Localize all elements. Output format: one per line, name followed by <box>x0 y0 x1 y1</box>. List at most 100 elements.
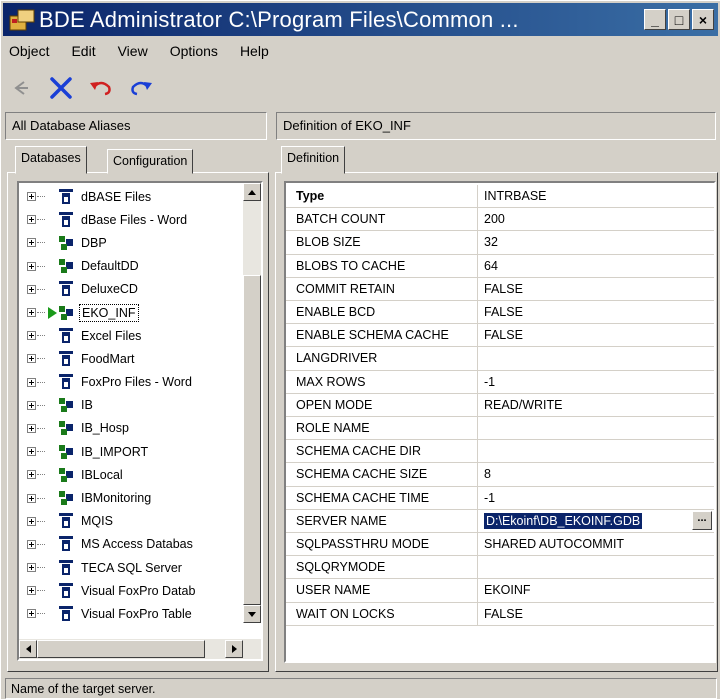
property-value[interactable]: INTRBASE <box>478 185 714 207</box>
expand-icon[interactable] <box>27 284 36 294</box>
property-row[interactable]: ENABLE BCD FALSE <box>286 301 714 325</box>
expand-icon[interactable] <box>27 586 36 596</box>
property-row[interactable]: LANGDRIVER <box>286 347 714 371</box>
property-value[interactable] <box>478 347 714 369</box>
tree-item[interactable]: DBP <box>19 231 241 254</box>
scroll-right-button[interactable] <box>225 640 243 658</box>
expand-icon[interactable] <box>27 447 36 457</box>
tree-item[interactable]: IB <box>19 394 241 417</box>
property-value[interactable]: 32 <box>478 231 714 253</box>
menu-options[interactable]: Options <box>170 43 218 65</box>
tab-configuration[interactable]: Configuration <box>107 149 194 174</box>
property-row[interactable]: Type INTRBASE <box>286 185 714 209</box>
selected-value-text[interactable]: D:\Ekoinf\DB_EKOINF.GDB <box>484 512 643 529</box>
property-value[interactable]: 8 <box>478 463 714 485</box>
close-button[interactable]: × <box>692 9 714 30</box>
property-value[interactable] <box>478 556 714 578</box>
property-value[interactable]: -1 <box>478 371 714 393</box>
property-row[interactable]: SQLQRYMODE <box>286 556 714 580</box>
property-value[interactable] <box>478 440 714 462</box>
property-row[interactable]: WAIT ON LOCKS FALSE <box>286 602 714 626</box>
tree-vertical-scrollbar[interactable] <box>243 183 261 623</box>
expand-icon[interactable] <box>27 470 36 480</box>
expand-icon[interactable] <box>27 192 36 202</box>
menu-help[interactable]: Help <box>240 43 269 65</box>
property-row[interactable]: SERVER NAME D:\Ekoinf\DB_EKOINF.GDB... <box>286 509 714 533</box>
expand-icon[interactable] <box>27 308 36 318</box>
menu-view[interactable]: View <box>118 43 148 65</box>
property-row[interactable]: ENABLE SCHEMA CACHE FALSE <box>286 324 714 348</box>
horizontal-scroll-thumb[interactable] <box>37 640 205 658</box>
tree-item[interactable]: Visual FoxPro Table <box>19 602 241 625</box>
vertical-scroll-thumb[interactable] <box>243 275 261 605</box>
expand-icon[interactable] <box>27 331 36 341</box>
undo-button[interactable] <box>87 74 115 102</box>
property-value[interactable]: READ/WRITE <box>478 394 714 416</box>
expand-icon[interactable] <box>27 238 36 248</box>
property-row[interactable]: BATCH COUNT 200 <box>286 208 714 232</box>
property-value[interactable]: -1 <box>478 487 714 509</box>
property-row[interactable]: SCHEMA CACHE DIR <box>286 440 714 464</box>
property-row[interactable]: SQLPASSTHRU MODE SHARED AUTOCOMMIT <box>286 533 714 557</box>
scroll-down-button[interactable] <box>243 605 261 623</box>
property-row[interactable]: BLOBS TO CACHE 64 <box>286 254 714 278</box>
tree-item[interactable]: Excel Files <box>19 324 241 347</box>
tree-horizontal-scrollbar[interactable] <box>19 639 261 659</box>
menu-object[interactable]: Object <box>9 43 49 65</box>
tree-item[interactable]: EKO_INF <box>19 301 241 324</box>
property-value[interactable]: FALSE <box>478 301 714 323</box>
tree-item[interactable]: IB_Hosp <box>19 417 241 440</box>
property-value[interactable]: FALSE <box>478 278 714 300</box>
title-bar[interactable]: BDE Administrator C:\Program Files\Commo… <box>3 3 718 36</box>
property-row[interactable]: OPEN MODE READ/WRITE <box>286 393 714 417</box>
expand-icon[interactable] <box>27 261 36 271</box>
property-value[interactable]: FALSE <box>478 324 714 346</box>
tree-item[interactable]: IBLocal <box>19 463 241 486</box>
database-tree[interactable]: dBASE Files dBase Files - Word DBP DefaultD… <box>17 181 263 661</box>
tab-databases[interactable]: Databases <box>15 146 87 174</box>
redo-button[interactable] <box>127 74 155 102</box>
expand-icon[interactable] <box>27 377 36 387</box>
tree-item[interactable]: DeluxeCD <box>19 278 241 301</box>
property-value[interactable]: D:\Ekoinf\DB_EKOINF.GDB... <box>478 510 714 532</box>
property-value[interactable]: EKOINF <box>478 579 714 601</box>
expand-icon[interactable] <box>27 215 36 225</box>
tree-item[interactable]: IBMonitoring <box>19 486 241 509</box>
property-value[interactable]: 64 <box>478 255 714 277</box>
expand-icon[interactable] <box>27 400 36 410</box>
expand-icon[interactable] <box>27 539 36 549</box>
property-row[interactable]: ROLE NAME <box>286 417 714 441</box>
property-value[interactable]: 200 <box>478 208 714 230</box>
expand-icon[interactable] <box>27 563 36 573</box>
menu-edit[interactable]: Edit <box>71 43 95 65</box>
property-row[interactable]: MAX ROWS -1 <box>286 370 714 394</box>
browse-button[interactable]: ... <box>692 510 712 530</box>
maximize-button[interactable]: □ <box>668 9 690 30</box>
tree-item[interactable]: MS Access Databas <box>19 533 241 556</box>
tree-item[interactable]: FoodMart <box>19 347 241 370</box>
back-button[interactable] <box>7 74 35 102</box>
property-row[interactable]: BLOB SIZE 32 <box>286 231 714 255</box>
property-value[interactable]: FALSE <box>478 603 714 625</box>
tree-item[interactable]: DefaultDD <box>19 255 241 278</box>
minimize-button[interactable]: _ <box>644 9 666 30</box>
tab-definition[interactable]: Definition <box>281 146 346 174</box>
expand-icon[interactable] <box>27 516 36 526</box>
expand-icon[interactable] <box>27 354 36 364</box>
expand-icon[interactable] <box>27 423 36 433</box>
property-value[interactable]: SHARED AUTOCOMMIT <box>478 533 714 555</box>
tree-item[interactable]: IB_IMPORT <box>19 440 241 463</box>
property-row[interactable]: USER NAME EKOINF <box>286 579 714 603</box>
scroll-up-button[interactable] <box>243 183 261 201</box>
tree-item[interactable]: Visual FoxPro Datab <box>19 579 241 602</box>
property-row[interactable]: SCHEMA CACHE TIME -1 <box>286 486 714 510</box>
property-value[interactable] <box>478 417 714 439</box>
expand-icon[interactable] <box>27 609 36 619</box>
tree-item[interactable]: MQIS <box>19 510 241 533</box>
property-row[interactable]: COMMIT RETAIN FALSE <box>286 277 714 301</box>
property-row[interactable]: SCHEMA CACHE SIZE 8 <box>286 463 714 487</box>
definition-grid[interactable]: Type INTRBASE BATCH COUNT 200 BLOB SIZE 32 BLO… <box>284 181 716 663</box>
tree-item[interactable]: FoxPro Files - Word <box>19 371 241 394</box>
tree-item[interactable]: dBASE Files <box>19 185 241 208</box>
expand-icon[interactable] <box>27 493 36 503</box>
